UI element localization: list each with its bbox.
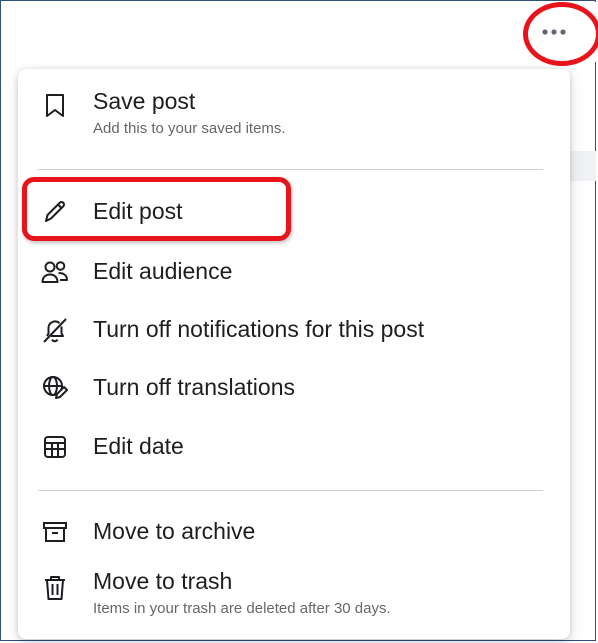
menu-item-description: Items in your trash are deleted after 30… (93, 600, 391, 617)
trash-icon (40, 573, 70, 603)
menu-item-edit-date[interactable]: Edit date (18, 430, 570, 470)
calendar-icon (40, 432, 70, 462)
archive-icon (40, 517, 70, 547)
menu-item-label: Turn off translations (93, 374, 295, 400)
menu-item-label: Move to archive (93, 518, 256, 544)
menu-item-save-post[interactable]: Save post Add this to your saved items. (18, 87, 570, 157)
menu-item-move-to-trash[interactable]: Move to trash Items in your trash are de… (18, 567, 570, 629)
menu-item-label: Save post (93, 88, 196, 114)
post-header (2, 2, 596, 62)
menu-item-label: Edit audience (93, 258, 233, 284)
more-horizontal-icon (542, 29, 566, 35)
pencil-icon (40, 197, 70, 227)
bell-off-icon (40, 315, 70, 345)
people-icon (40, 257, 70, 287)
menu-item-edit-post[interactable]: Edit post (18, 195, 570, 235)
menu-divider (38, 169, 543, 170)
menu-item-label: Edit date (93, 433, 184, 459)
bookmark-icon (40, 91, 70, 121)
menu-item-turn-off-notifications[interactable]: Turn off notifications for this post (18, 313, 570, 353)
post-options-menu: Save post Add this to your saved items. … (18, 69, 570, 639)
screenshot-frame: Save post Add this to your saved items. … (0, 0, 598, 641)
menu-item-edit-audience[interactable]: Edit audience (18, 255, 570, 295)
background-strip (570, 151, 596, 181)
menu-item-description: Add this to your saved items. (93, 120, 286, 137)
menu-item-turn-off-translations[interactable]: Turn off translations (18, 371, 570, 411)
menu-divider (38, 490, 543, 491)
globe-pencil-icon (40, 373, 70, 403)
menu-item-label: Turn off notifications for this post (93, 316, 425, 342)
menu-item-label: Move to trash (93, 568, 233, 594)
menu-item-move-to-archive[interactable]: Move to archive (18, 515, 570, 555)
more-options-button[interactable] (524, 14, 584, 50)
menu-item-label: Edit post (93, 198, 183, 224)
